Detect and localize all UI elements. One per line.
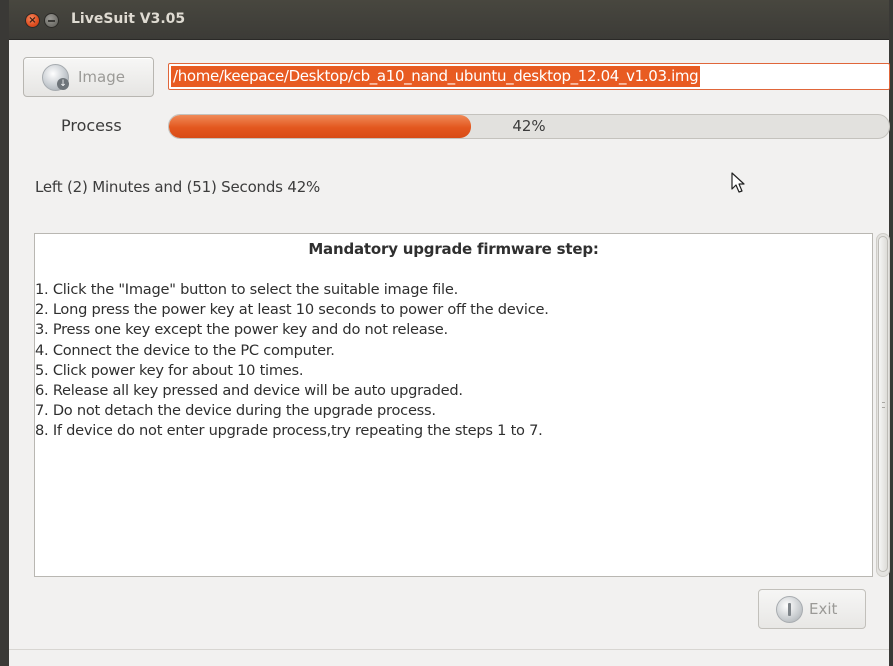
instruction-step: 2. Long press the power key at least 10 … <box>35 301 549 319</box>
close-window-button[interactable]: × <box>25 13 40 28</box>
window-title: LiveSuit V3.05 <box>71 11 186 27</box>
bottom-divider <box>9 649 889 650</box>
power-icon <box>776 596 803 623</box>
minimize-window-button[interactable] <box>44 13 59 28</box>
instruction-step: 1. Click the "Image" button to select th… <box>35 281 458 298</box>
instruction-step: 5. Click power key for about 10 times. <box>35 361 304 379</box>
image-button-label: Image <box>78 68 125 86</box>
progress-percent: 42% <box>512 117 546 135</box>
scrollbar-thumb[interactable] <box>878 236 888 572</box>
title-bar[interactable]: × LiveSuit V3.05 <box>9 0 889 40</box>
instruction-step: 4. Connect the device to the PC computer… <box>35 341 335 359</box>
instruction-step: 6. Release all key pressed and device wi… <box>35 382 463 400</box>
close-icon: × <box>28 15 37 26</box>
instruction-step: 7. Do not detach the device during the u… <box>35 402 436 420</box>
image-path-value: /home/keepace/Desktop/cb_a10_nand_ubuntu… <box>171 66 701 87</box>
instructions-list: 1. Click the "Image" button to select th… <box>35 280 549 442</box>
image-path-field[interactable]: /home/keepace/Desktop/cb_a10_nand_ubuntu… <box>168 63 890 90</box>
exit-button[interactable]: Exit <box>758 589 866 629</box>
image-button[interactable]: ↓ Image <box>23 57 154 97</box>
mouse-pointer-icon <box>731 172 745 193</box>
process-progress-bar: 42% <box>168 114 890 139</box>
instructions-scrollbar[interactable] <box>876 233 890 577</box>
instruction-step: 3. Press one key except the power key an… <box>35 321 448 339</box>
time-remaining-status: Left (2) Minutes and (51) Seconds 42% <box>35 178 321 196</box>
grip-icon <box>882 402 885 408</box>
window-frame-left <box>0 0 9 666</box>
exit-button-label: Exit <box>809 600 838 618</box>
disc-download-icon: ↓ <box>42 64 69 91</box>
instructions-panel: Mandatory upgrade firmware step: 1. Clic… <box>34 233 873 577</box>
instructions-heading: Mandatory upgrade firmware step: <box>308 240 599 258</box>
livesuit-window: × LiveSuit V3.05 ↓ Image /home/keepace/D… <box>9 0 890 666</box>
instruction-step: 8. If device do not enter upgrade proces… <box>35 422 543 440</box>
process-label: Process <box>61 116 122 135</box>
